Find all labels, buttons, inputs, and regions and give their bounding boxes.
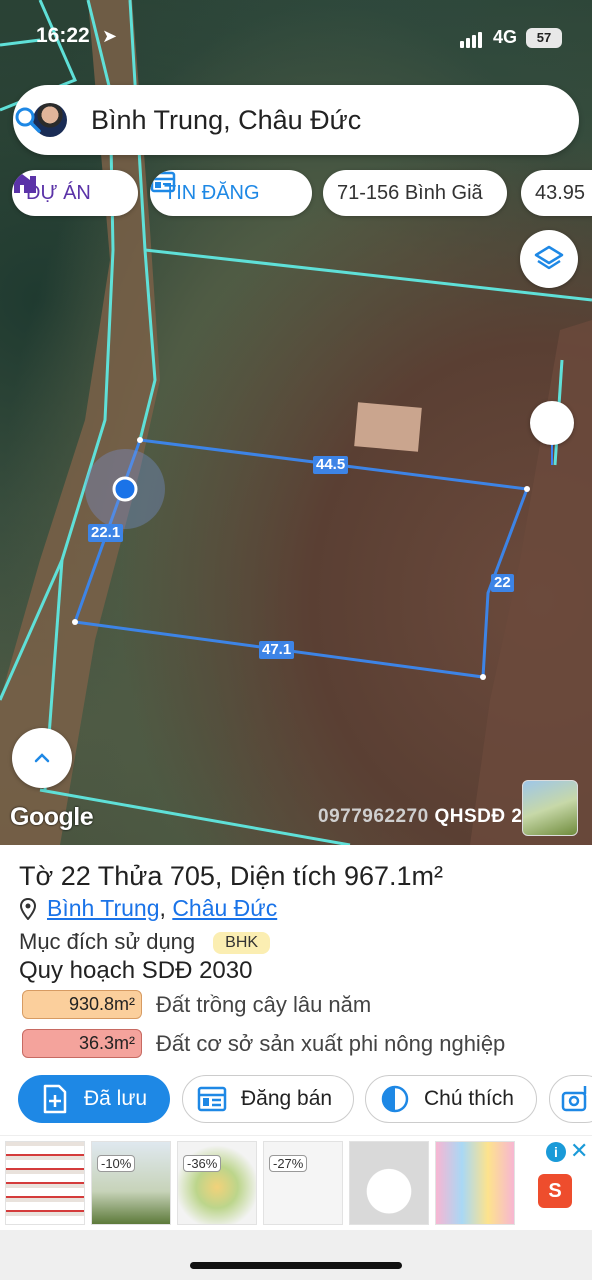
district-link[interactable]: Châu Đức: [172, 895, 277, 922]
battery-icon: 57: [526, 28, 562, 48]
listing-icon: [150, 171, 176, 193]
google-logo: Google: [10, 803, 94, 831]
add-document-icon: [43, 1084, 67, 1114]
segment-length-left: 22.1: [88, 524, 124, 542]
bare-soil-area: [470, 320, 592, 845]
legend-button[interactable]: Chú thích: [365, 1075, 537, 1123]
ad-banner[interactable]: -10% -36% -27% i ✕ S: [0, 1135, 592, 1230]
my-location-dot: [112, 476, 138, 502]
land-use-row: 930.8m² Đất trồng cây lâu năm: [22, 990, 371, 1019]
discount-badge: -27%: [269, 1155, 308, 1172]
contact-phone: 0977962270: [318, 806, 429, 827]
ad-product[interactable]: -27%: [263, 1141, 343, 1225]
commune-link[interactable]: Bình Trung: [47, 895, 160, 922]
chip-du-an[interactable]: DỰ ÁN: [12, 170, 138, 216]
purpose-badge: BHK: [213, 932, 271, 955]
building-roof: [354, 402, 422, 452]
segment-length-bottom: 47.1: [259, 641, 295, 659]
home-indicator[interactable]: [190, 1262, 402, 1269]
chip-address[interactable]: 71-156 Bình Giã: [323, 170, 507, 216]
map-view[interactable]: 44.5 22.1 22 47.1 16:22 ➤ 4G 57 Bình Tru…: [0, 0, 592, 845]
sell-button[interactable]: Đăng bán: [182, 1075, 354, 1123]
ad-product[interactable]: [435, 1141, 515, 1225]
plan-label: Quy hoạch SDĐ 2030: [19, 957, 253, 984]
add-photo-icon: [561, 1086, 587, 1112]
land-use-area: 930.8m²: [22, 990, 142, 1019]
opacity-slider-knob[interactable]: [530, 401, 574, 445]
ad-product[interactable]: -10%: [91, 1141, 171, 1225]
ad-info-icon[interactable]: i: [546, 1142, 566, 1162]
ad-product[interactable]: -36%: [177, 1141, 257, 1225]
listing-icon: [197, 1086, 227, 1112]
parcel-title: Tờ 22 Thửa 705, Diện tích 967.1m²: [19, 861, 443, 891]
search-title[interactable]: Bình Trung, Châu Đức: [91, 105, 361, 136]
map-type-thumbnail[interactable]: [522, 780, 578, 836]
map-footer: 0977962270 QHSDĐ 2030: [318, 806, 556, 828]
layers-button[interactable]: [520, 230, 578, 288]
opacity-slider-track[interactable]: [551, 445, 553, 465]
location-pin-icon: [19, 897, 37, 920]
layers-icon: [534, 245, 564, 270]
expand-panel-button[interactable]: [12, 728, 72, 788]
status-time: 16:22: [36, 24, 90, 47]
segment-length-right: 22: [491, 574, 514, 592]
status-bar: 16:22 ➤ 4G 57: [0, 0, 592, 74]
ad-product[interactable]: [349, 1141, 429, 1225]
discount-badge: -10%: [97, 1155, 136, 1172]
chip-area[interactable]: 43.95: [521, 170, 592, 216]
chip-label: 71-156 Bình Giã: [337, 181, 483, 204]
bottom-bar: [0, 1230, 592, 1280]
land-use-area: 36.3m²: [22, 1029, 142, 1058]
saved-label: Đã lưu: [84, 1087, 148, 1110]
land-purpose: Mục đích sử dụng BHK: [19, 929, 271, 955]
sell-label: Đăng bán: [241, 1087, 333, 1110]
land-use-desc: Đất cơ sở sản xuất phi nông nghiệp: [156, 1030, 506, 1056]
discount-badge: -36%: [183, 1155, 222, 1172]
legend-label: Chú thích: [424, 1087, 514, 1110]
cell-signal-icon: [460, 30, 484, 48]
chip-label: 43.95: [535, 181, 586, 204]
chevron-up-icon: [34, 753, 50, 763]
house-building-icon: [14, 174, 36, 193]
chip-label: TIN ĐĂNG: [164, 181, 260, 204]
segment-length-top: 44.5: [313, 456, 349, 474]
search-bar[interactable]: Bình Trung, Châu Đức: [13, 85, 579, 155]
network-type: 4G: [493, 27, 518, 47]
chip-tin-dang[interactable]: TIN ĐĂNG: [150, 170, 312, 216]
location-separator: ,: [159, 895, 166, 921]
shopee-logo[interactable]: S: [538, 1174, 572, 1208]
photo-button[interactable]: [549, 1075, 592, 1123]
saved-button[interactable]: Đã lưu: [18, 1075, 170, 1123]
purpose-label: Mục đích sử dụng: [19, 929, 196, 954]
ad-product[interactable]: [5, 1141, 85, 1225]
search-icon[interactable]: [13, 105, 43, 135]
close-icon[interactable]: ✕: [570, 1138, 588, 1164]
parcel-info-panel: Tờ 22 Thửa 705, Diện tích 967.1m² Bình T…: [0, 845, 592, 1135]
location-arrow-icon: ➤: [102, 26, 118, 46]
parcel-location: Bình Trung, Châu Đức: [19, 895, 277, 922]
land-use-row: 36.3m² Đất cơ sở sản xuất phi nông nghiệ…: [22, 1029, 505, 1058]
land-use-desc: Đất trồng cây lâu năm: [156, 991, 372, 1017]
contrast-icon: [381, 1085, 409, 1113]
